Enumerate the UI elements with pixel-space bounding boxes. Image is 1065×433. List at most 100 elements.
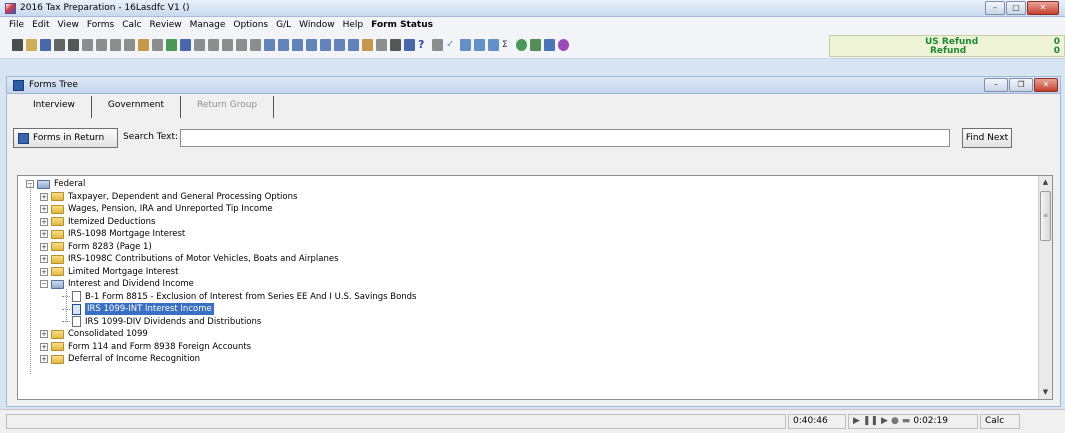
- gear-icon[interactable]: [558, 39, 569, 51]
- save-icon[interactable]: [40, 39, 51, 51]
- expand-icon[interactable]: +: [40, 342, 48, 351]
- menu-calc[interactable]: Calc: [118, 20, 145, 30]
- menu-review[interactable]: Review: [145, 20, 185, 30]
- expand-icon[interactable]: +: [40, 355, 48, 363]
- open-icon[interactable]: [26, 39, 37, 51]
- link2-icon[interactable]: [222, 39, 233, 51]
- scroll-up-arrow-icon[interactable]: ▲: [1039, 176, 1052, 189]
- attach-icon[interactable]: [138, 39, 149, 51]
- expand-icon[interactable]: +: [40, 205, 48, 213]
- tree-folder-item[interactable]: + Form 114 and Form 8938 Foreign Accounts: [40, 341, 251, 353]
- add-icon[interactable]: [166, 39, 177, 51]
- pin-icon[interactable]: [250, 39, 261, 51]
- note-icon[interactable]: [124, 39, 135, 51]
- print-preview-icon[interactable]: [54, 39, 65, 51]
- maximize-button[interactable]: □: [1006, 1, 1026, 15]
- tree-form-item[interactable]: IRS 1099-DIV Dividends and Distributions: [62, 316, 261, 328]
- forms-in-return-button[interactable]: Forms in Return: [13, 128, 118, 148]
- list4-icon[interactable]: [306, 39, 317, 51]
- minus-icon[interactable]: [180, 39, 191, 51]
- tree-form-item[interactable]: B-1 Form 8815 - Exclusion of Interest fr…: [62, 291, 416, 303]
- tree-folder-item[interactable]: + Wages, Pension, IRA and Unreported Tip …: [40, 203, 273, 215]
- sigma-icon[interactable]: Σ: [502, 39, 513, 51]
- expand-icon[interactable]: +: [40, 267, 48, 276]
- view-icon[interactable]: [110, 39, 121, 51]
- list6-icon[interactable]: [334, 39, 345, 51]
- expand-icon[interactable]: +: [40, 242, 48, 251]
- expand-icon[interactable]: +: [40, 255, 48, 263]
- scroll-down-arrow-icon[interactable]: ▼: [1039, 386, 1052, 399]
- check-icon[interactable]: ✓: [446, 39, 457, 51]
- tree-scrollbar[interactable]: ▲ ≡ ▼: [1038, 176, 1052, 399]
- record-icon[interactable]: ●: [891, 415, 899, 428]
- form-icon[interactable]: [82, 39, 93, 51]
- forms-tree-view[interactable]: − Federal + Taxpayer, Dependent and General…: [17, 175, 1053, 400]
- help-icon[interactable]: ?: [418, 39, 429, 51]
- tree-icon[interactable]: [362, 39, 373, 51]
- list3-icon[interactable]: [292, 39, 303, 51]
- play-icon[interactable]: ▶: [853, 415, 860, 428]
- expand-icon[interactable]: +: [40, 217, 48, 226]
- pause-icon[interactable]: ❚❚: [863, 415, 878, 428]
- refund-label: Refund: [930, 46, 967, 56]
- tree-folder-item[interactable]: + IRS-1098C Contributions of Motor Vehicl…: [40, 253, 339, 265]
- tab-government[interactable]: Government: [92, 96, 181, 118]
- tree-folder-item[interactable]: + Consolidated 1099: [40, 328, 148, 340]
- tree-folder-item[interactable]: − Federal: [26, 178, 85, 190]
- tree-folder-item[interactable]: + IRS-1098 Mortgage Interest: [40, 228, 185, 240]
- menu-window[interactable]: Window: [295, 20, 339, 30]
- menu-gl[interactable]: G/L: [272, 20, 295, 30]
- report-icon[interactable]: [236, 39, 247, 51]
- list7-icon[interactable]: [348, 39, 359, 51]
- find-next-button[interactable]: Find Next: [962, 128, 1012, 148]
- home-icon[interactable]: [194, 39, 205, 51]
- block3-icon[interactable]: [488, 39, 499, 51]
- tree-folder-item[interactable]: + Taxpayer, Dependent and General Process…: [40, 191, 297, 203]
- menu-file[interactable]: File: [5, 20, 28, 30]
- block1-icon[interactable]: [460, 39, 471, 51]
- new-icon[interactable]: [12, 39, 23, 51]
- diamond-icon[interactable]: [404, 39, 415, 51]
- calc-icon[interactable]: [390, 39, 401, 51]
- close-button[interactable]: ✕: [1027, 1, 1059, 15]
- tree-folder-item[interactable]: − Interest and Dividend Income: [40, 278, 194, 290]
- search-input[interactable]: [180, 129, 950, 147]
- menu-edit[interactable]: Edit: [28, 20, 53, 30]
- block2-icon[interactable]: [474, 39, 485, 51]
- tab-interview[interactable]: Interview: [21, 96, 92, 118]
- minimize-button[interactable]: –: [985, 1, 1005, 15]
- scroll-thumb[interactable]: ≡: [1040, 191, 1051, 241]
- menu-view[interactable]: View: [54, 20, 83, 30]
- link-icon[interactable]: [208, 39, 219, 51]
- expand-icon[interactable]: +: [40, 230, 48, 238]
- menu-forms[interactable]: Forms: [83, 20, 118, 30]
- menu-help[interactable]: Help: [339, 20, 368, 30]
- list5-icon[interactable]: [320, 39, 331, 51]
- form2-icon[interactable]: [96, 39, 107, 51]
- tree-folder-item[interactable]: + Limited Mortgage Interest: [40, 266, 178, 278]
- expand-icon[interactable]: +: [40, 192, 48, 201]
- book-icon[interactable]: [544, 39, 555, 51]
- list2-icon[interactable]: [278, 39, 289, 51]
- collapse-icon[interactable]: −: [40, 280, 48, 288]
- tree-form-item[interactable]: IRS 1099-INT Interest Income: [62, 303, 214, 315]
- print-icon[interactable]: [68, 39, 79, 51]
- grid-icon[interactable]: [152, 39, 163, 51]
- menu-manage[interactable]: Manage: [186, 20, 230, 30]
- child-close-button[interactable]: ✕: [1034, 78, 1058, 92]
- tree-folder-item[interactable]: + Form 8283 (Page 1): [40, 241, 152, 253]
- globe-icon[interactable]: [516, 39, 527, 51]
- expand-icon[interactable]: +: [40, 330, 48, 338]
- menu-form-status[interactable]: Form Status: [367, 20, 437, 30]
- back-icon[interactable]: [432, 39, 443, 51]
- tree-folder-item[interactable]: + Itemized Deductions: [40, 216, 155, 228]
- menu-options[interactable]: Options: [229, 20, 272, 30]
- child-restore-button[interactable]: ❐: [1009, 78, 1033, 92]
- tree-folder-item[interactable]: + Deferral of Income Recognition: [40, 353, 200, 365]
- people-icon[interactable]: [530, 39, 541, 51]
- child-minimize-button[interactable]: –: [984, 78, 1008, 92]
- merge-icon[interactable]: [376, 39, 387, 51]
- list-icon[interactable]: [264, 39, 275, 51]
- step-icon[interactable]: ▶: [881, 415, 888, 428]
- stop-icon[interactable]: ▬: [902, 415, 911, 428]
